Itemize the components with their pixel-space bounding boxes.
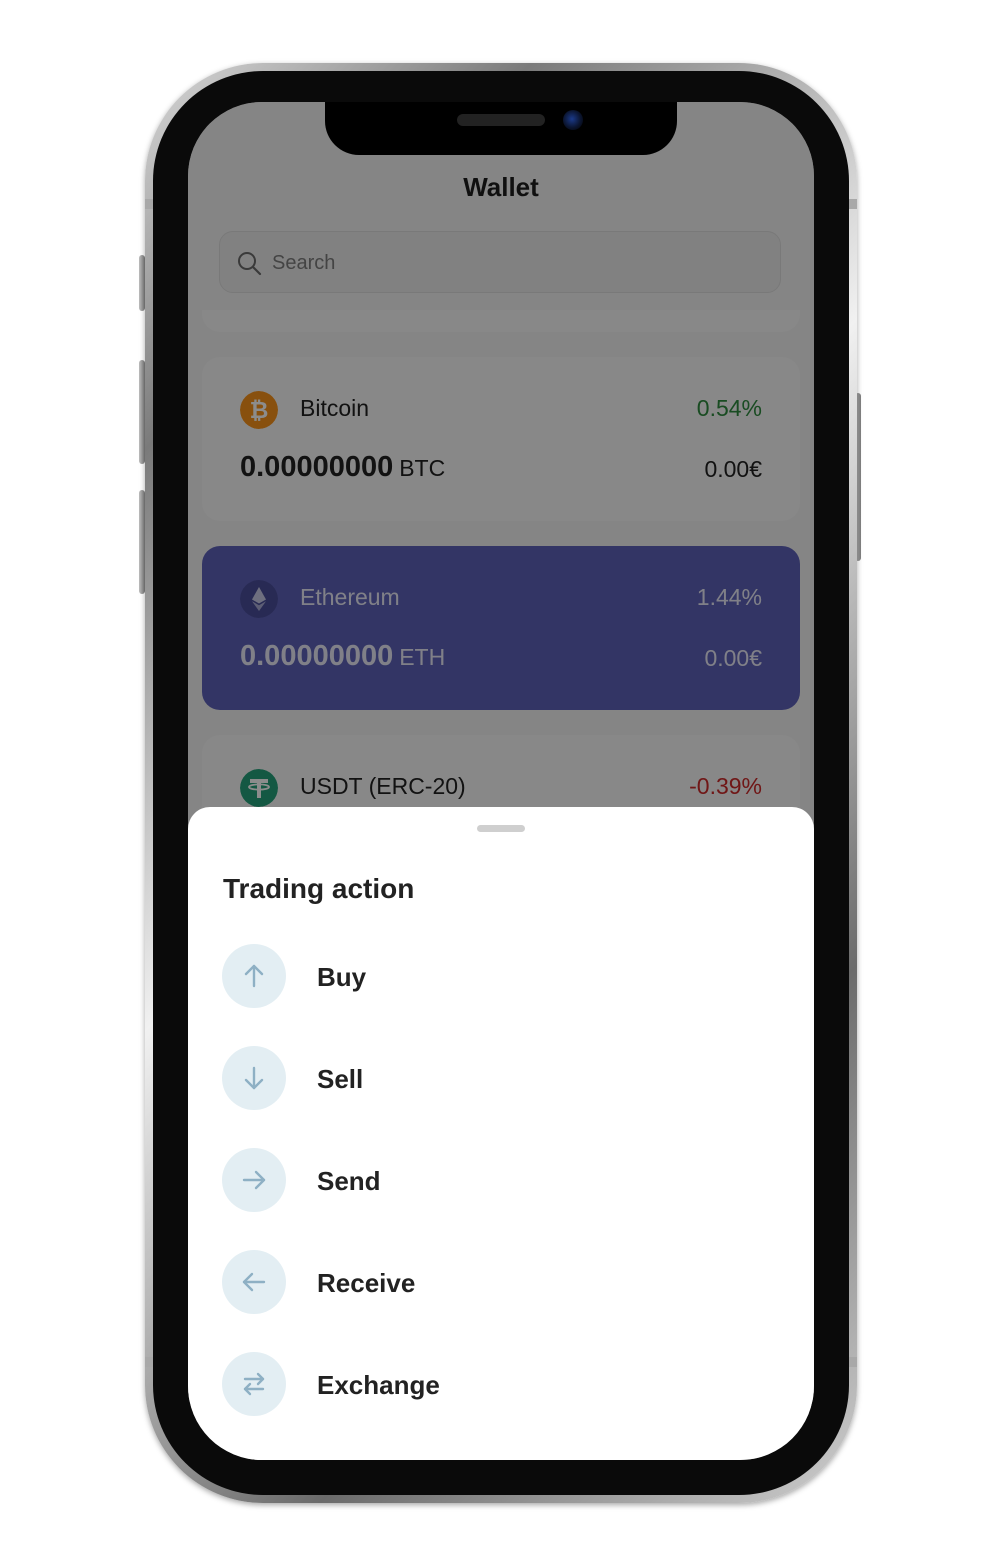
- earpiece-speaker: [457, 114, 545, 126]
- action-icon-circle: [222, 1046, 286, 1110]
- arrow-left-icon: [242, 1272, 266, 1292]
- action-label: Exchange: [317, 1370, 440, 1400]
- arrow-up-icon: [244, 964, 264, 988]
- buy-action[interactable]: Buy: [222, 944, 782, 1010]
- action-label: Receive: [317, 1268, 416, 1298]
- antenna-line: [849, 1357, 857, 1367]
- antenna-line: [849, 199, 857, 209]
- send-action[interactable]: Send: [222, 1148, 782, 1214]
- action-icon-circle: [222, 1148, 286, 1212]
- arrow-right-icon: [242, 1170, 266, 1190]
- action-label: Send: [317, 1166, 381, 1196]
- sheet-title: Trading action: [223, 873, 415, 904]
- phone-screen: Wallet ₿ Bitcoin 0.54% 0.00000000BTC 0.0…: [188, 102, 814, 1460]
- action-label: Buy: [317, 962, 367, 992]
- front-camera: [563, 110, 583, 130]
- arrow-down-icon: [244, 1066, 264, 1090]
- action-icon-circle: [222, 944, 286, 1008]
- trading-action-sheet: Trading action Buy Sell Send Receive Exc…: [188, 807, 814, 1460]
- action-icon-circle: [222, 1250, 286, 1314]
- sell-action[interactable]: Sell: [222, 1046, 782, 1112]
- antenna-line: [145, 1357, 153, 1367]
- receive-action[interactable]: Receive: [222, 1250, 782, 1316]
- notch: [325, 102, 677, 155]
- action-icon-circle: [222, 1352, 286, 1416]
- exchange-icon: [243, 1372, 265, 1396]
- sheet-drag-handle[interactable]: [477, 825, 525, 832]
- antenna-line: [145, 199, 153, 209]
- action-label: Sell: [317, 1064, 364, 1094]
- exchange-action[interactable]: Exchange: [222, 1352, 782, 1418]
